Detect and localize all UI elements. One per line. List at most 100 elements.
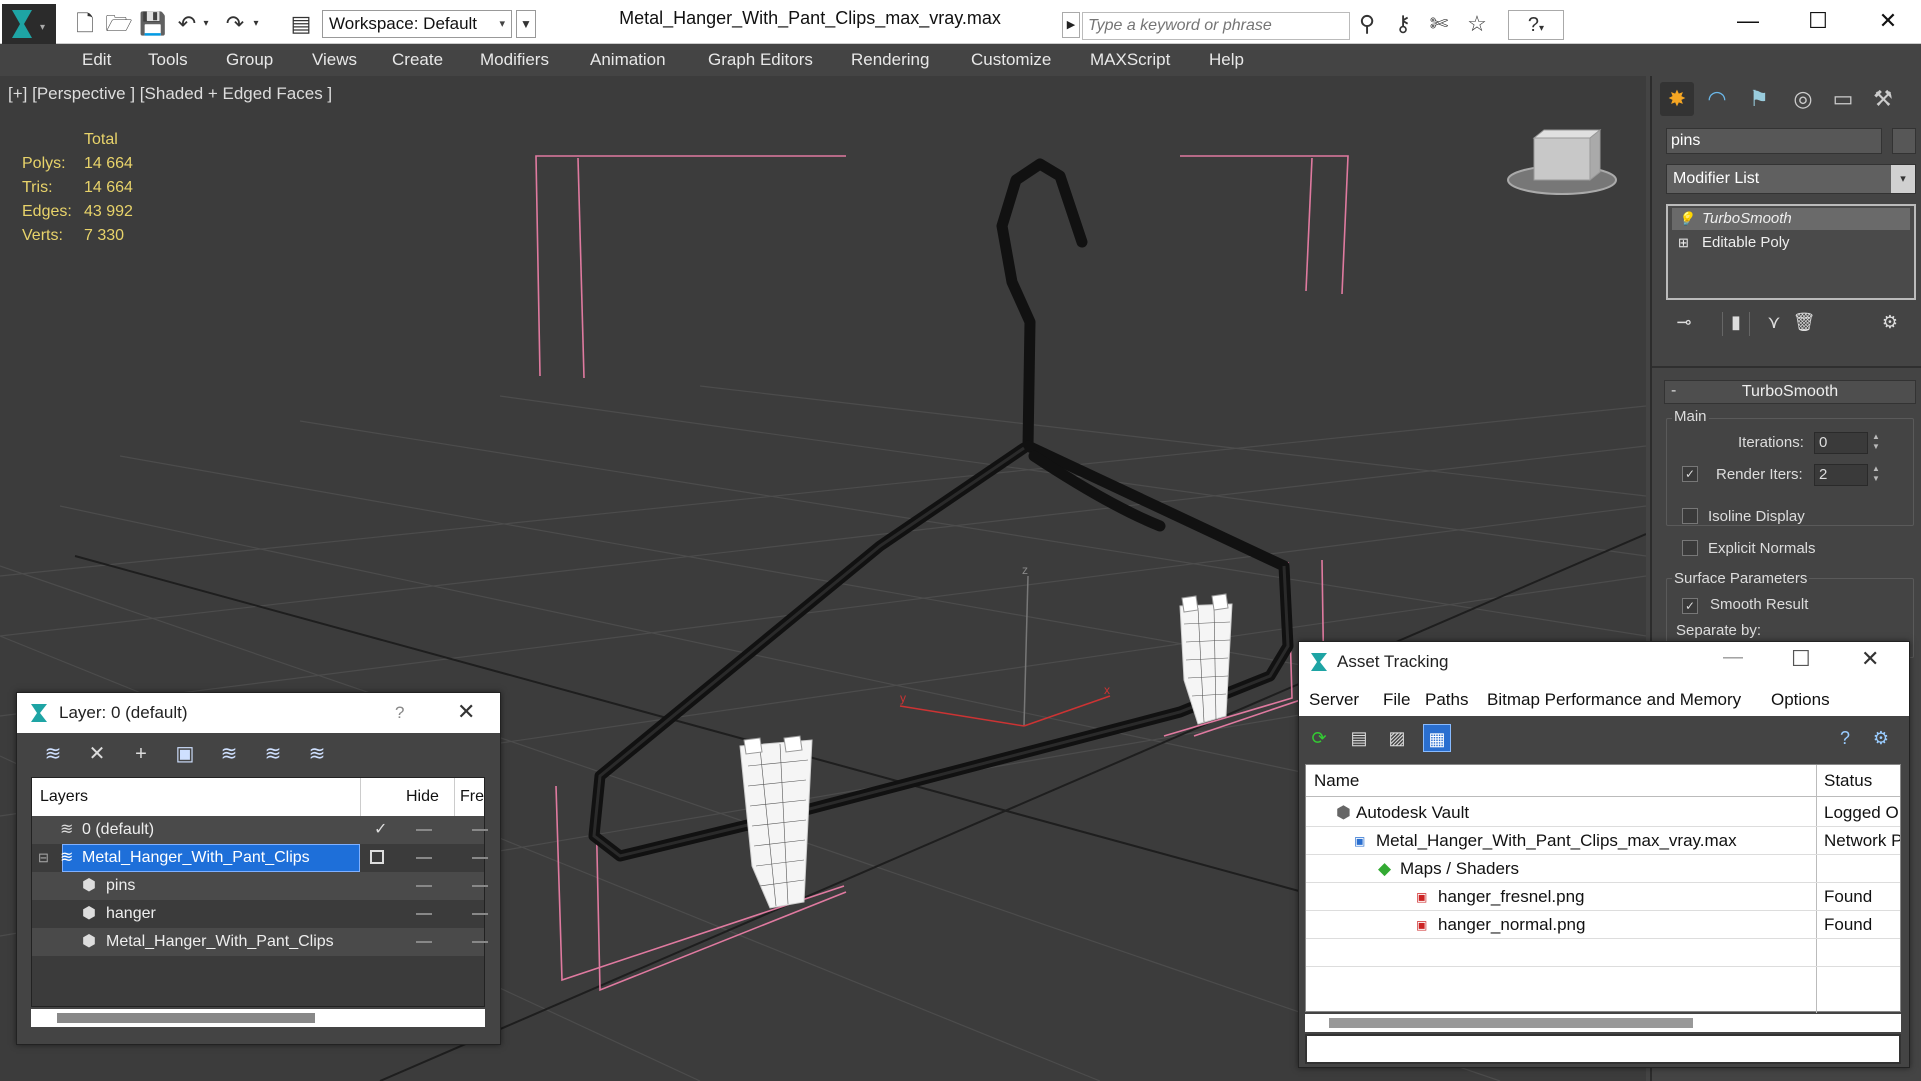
layer-row[interactable]: ⬢ hanger xyxy=(32,900,488,928)
menu-modifiers[interactable]: Modifiers xyxy=(480,50,549,70)
scrollbar-thumb[interactable] xyxy=(57,1013,315,1023)
utilities-tab-icon[interactable]: ⚒ xyxy=(1866,82,1900,116)
select-layers-icon[interactable]: ≋ xyxy=(213,741,245,767)
layer-row[interactable]: ⬢ pins xyxy=(32,872,488,900)
layers-column-header[interactable]: Layers xyxy=(40,788,88,806)
menu-options[interactable]: Options xyxy=(1771,690,1830,710)
expand-plus-icon[interactable]: ⊞ xyxy=(1678,232,1689,254)
workspace-menu-arrow[interactable]: ▼ xyxy=(516,10,536,38)
asset-row[interactable]: ◆ Maps / Shaders xyxy=(1306,855,1900,883)
create-tab-icon[interactable]: ✸ xyxy=(1660,82,1694,116)
viewport-label[interactable]: [+] [Perspective ] [Shaded + Edged Faces… xyxy=(8,84,332,104)
menu-file[interactable]: File xyxy=(1383,690,1410,710)
maximize-icon[interactable]: ☐ xyxy=(1791,646,1811,672)
isoline-display-checkbox[interactable] xyxy=(1682,508,1698,524)
pin-stack-icon[interactable]: ⊸ xyxy=(1670,312,1698,336)
list-view-icon[interactable]: ▤ xyxy=(1345,724,1373,752)
close-icon[interactable]: ✕ xyxy=(457,699,475,725)
spinner-arrows-icon[interactable]: ▲ ▼ xyxy=(1870,464,1882,486)
vault-help-icon[interactable]: ? xyxy=(1831,724,1859,752)
object-name-field[interactable]: pins xyxy=(1666,128,1882,154)
menu-server[interactable]: Server xyxy=(1309,690,1359,710)
refresh-icon[interactable]: ⟳ xyxy=(1305,724,1333,752)
remove-modifier-icon[interactable]: 🗑 xyxy=(1790,312,1818,336)
render-iters-spinner[interactable]: 2 xyxy=(1814,464,1868,486)
app-logo-icon[interactable]: ▾ xyxy=(2,4,56,48)
show-end-result-icon[interactable]: ▮ xyxy=(1722,312,1750,336)
add-to-layer-icon[interactable]: + xyxy=(125,741,157,767)
thumbnail-view-icon[interactable]: ▨ xyxy=(1383,724,1411,752)
asset-dialog-titlebar[interactable]: Asset Tracking — ☐ ✕ xyxy=(1299,642,1909,682)
object-color-swatch[interactable] xyxy=(1892,128,1916,154)
layer-row[interactable]: ≋ 0 (default) ✓ xyxy=(32,816,488,844)
status-column-header[interactable]: Status xyxy=(1824,771,1872,791)
active-layer-box-icon[interactable] xyxy=(370,850,384,864)
maximize-icon[interactable]: ☐ xyxy=(1793,6,1843,36)
undo-dropdown-icon[interactable]: ▾ xyxy=(198,10,214,38)
horizontal-scrollbar[interactable] xyxy=(1305,1014,1901,1032)
menu-group[interactable]: Group xyxy=(226,50,273,70)
create-layer-icon[interactable]: ≋ xyxy=(37,741,69,767)
layer-properties-icon[interactable]: ≋ xyxy=(301,741,333,767)
current-layer-icon[interactable]: ≋ xyxy=(257,741,289,767)
menu-rendering[interactable]: Rendering xyxy=(851,50,929,70)
asset-row[interactable]: ▣ hanger_fresnel.png Found xyxy=(1306,883,1900,911)
search-input[interactable] xyxy=(1082,12,1350,40)
menu-graph-editors[interactable]: Graph Editors xyxy=(708,50,813,70)
menu-animation[interactable]: Animation xyxy=(590,50,666,70)
binoculars-icon[interactable]: ⚲ xyxy=(1352,10,1382,38)
close-icon[interactable]: ✕ xyxy=(1863,6,1913,36)
redo-icon[interactable]: ↷ xyxy=(220,10,250,38)
smooth-result-checkbox[interactable]: ✓ xyxy=(1682,598,1698,614)
turbosmooth-rollout-header[interactable]: - TurboSmooth xyxy=(1664,380,1916,404)
new-file-icon[interactable]: 🗋 xyxy=(70,10,100,38)
motion-tab-icon[interactable]: ◎ xyxy=(1786,82,1820,116)
asset-row[interactable]: ▣ Metal_Hanger_With_Pant_Clips_max_vray.… xyxy=(1306,827,1900,855)
menu-maxscript[interactable]: MAXScript xyxy=(1090,50,1170,70)
iterations-spinner[interactable]: 0 xyxy=(1814,432,1868,454)
key-icon[interactable]: ⚷ xyxy=(1388,10,1418,38)
menu-customize[interactable]: Customize xyxy=(971,50,1051,70)
menu-views[interactable]: Views xyxy=(312,50,357,70)
collapse-minus-icon[interactable]: ⊟ xyxy=(38,844,49,872)
freeze-column-header[interactable]: Fre xyxy=(460,788,484,806)
layer-row[interactable]: ⬢ Metal_Hanger_With_Pant_Clips xyxy=(32,928,488,956)
menu-paths[interactable]: Paths xyxy=(1425,690,1468,710)
make-unique-icon[interactable]: ⋎ xyxy=(1760,312,1788,336)
scrollbar-thumb[interactable] xyxy=(1329,1018,1693,1028)
asset-row[interactable]: ▣ hanger_normal.png Found xyxy=(1306,911,1900,939)
minimize-icon[interactable]: — xyxy=(1723,6,1773,36)
layer-row[interactable]: ⊟ ≋ Metal_Hanger_With_Pant_Clips xyxy=(32,844,488,872)
workspace-selector[interactable]: Workspace: Default ▾ xyxy=(322,10,512,38)
stack-item-turbosmooth[interactable]: 💡 TurboSmooth xyxy=(1672,208,1910,230)
search-expand-icon[interactable]: ▶ xyxy=(1062,12,1080,38)
open-file-icon[interactable]: 🗁 xyxy=(104,10,134,38)
tools-icon[interactable]: ✄ xyxy=(1424,10,1454,38)
modifier-list-dropdown[interactable]: Modifier List ▾ xyxy=(1666,164,1916,194)
help-button[interactable]: ?▾ xyxy=(1508,10,1564,40)
save-icon[interactable]: 💾 xyxy=(138,10,168,38)
spinner-arrows-icon[interactable]: ▲ ▼ xyxy=(1870,432,1882,454)
horizontal-scrollbar[interactable] xyxy=(31,1009,485,1027)
menu-tools[interactable]: Tools xyxy=(148,50,188,70)
asset-status-field[interactable] xyxy=(1305,1034,1901,1064)
stack-item-editable-poly[interactable]: ⊞ Editable Poly xyxy=(1672,232,1910,254)
name-column-header[interactable]: Name xyxy=(1314,771,1359,791)
vault-settings-icon[interactable]: ⚙ xyxy=(1867,724,1895,752)
hide-column-header[interactable]: Hide xyxy=(406,788,439,806)
table-view-icon[interactable]: ▦ xyxy=(1423,724,1451,752)
select-objects-icon[interactable]: ▣ xyxy=(169,741,201,767)
project-folder-icon[interactable]: ▤ xyxy=(286,10,316,38)
minimize-icon[interactable]: — xyxy=(1723,646,1743,669)
hierarchy-tab-icon[interactable]: ⚑ xyxy=(1742,82,1776,116)
help-icon[interactable]: ? xyxy=(395,703,404,723)
menu-create[interactable]: Create xyxy=(392,50,443,70)
asset-row[interactable]: ⬢ Autodesk Vault Logged O xyxy=(1306,799,1900,827)
modify-tab-icon[interactable]: ◠ xyxy=(1700,82,1734,116)
active-check-icon[interactable]: ✓ xyxy=(374,816,387,844)
menu-help[interactable]: Help xyxy=(1209,50,1244,70)
configure-modifier-sets-icon[interactable]: ⚙ xyxy=(1876,312,1904,336)
favorites-star-icon[interactable]: ☆ xyxy=(1462,10,1492,38)
redo-dropdown-icon[interactable]: ▾ xyxy=(248,10,264,38)
layer-dialog-titlebar[interactable]: Layer: 0 (default) ? ✕ xyxy=(17,693,500,733)
